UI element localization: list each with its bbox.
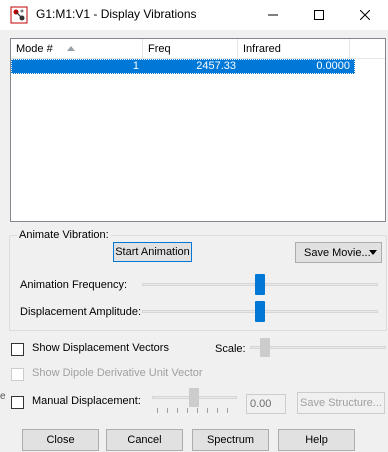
spectrum-button[interactable]: Spectrum: [192, 429, 269, 451]
manual-displacement-input[interactable]: 0.00: [246, 394, 286, 414]
manual-displacement-thumb[interactable]: [189, 388, 199, 407]
maximize-button[interactable]: [296, 0, 342, 30]
displacement-amplitude-thumb[interactable]: [255, 301, 265, 322]
column-header-infrared[interactable]: Infrared: [238, 39, 350, 59]
show-dipole-checkbox[interactable]: [11, 368, 24, 381]
cell-freq: 2457.33: [196, 60, 236, 72]
maximize-icon: [314, 10, 324, 20]
start-animation-button[interactable]: Start Animation: [113, 242, 192, 262]
save-structure-button[interactable]: Save Structure...: [297, 392, 385, 414]
title-bar: G1:M1:V1 - Display Vibrations: [0, 0, 388, 30]
window-edge-fragment: e: [0, 391, 6, 402]
window-title: G1:M1:V1 - Display Vibrations: [36, 7, 197, 21]
show-displacement-vectors-checkbox[interactable]: [11, 343, 24, 356]
show-displacement-vectors-label: Show Displacement Vectors: [32, 342, 169, 354]
table-row[interactable]: 1 2457.33 0.0000: [11, 59, 355, 74]
slider-tick: [207, 408, 208, 413]
scale-label: Scale:: [215, 343, 246, 355]
scale-thumb[interactable]: [260, 338, 270, 357]
cancel-button[interactable]: Cancel: [106, 429, 183, 451]
column-header-mode[interactable]: Mode #: [11, 39, 143, 59]
manual-displacement-checkbox[interactable]: [11, 396, 24, 409]
displacement-amplitude-label: Displacement Amplitude:: [20, 306, 142, 318]
slider-tick: [177, 408, 178, 413]
help-button[interactable]: Help: [278, 429, 355, 451]
slider-tick: [167, 408, 168, 413]
sort-ascending-icon: [67, 46, 75, 51]
animation-frequency-label: Animation Frequency:: [20, 279, 127, 291]
slider-tick: [187, 408, 188, 413]
molecule-app-icon[interactable]: [10, 6, 28, 24]
save-movie-label: Save Movie...: [304, 246, 371, 259]
list-header: Mode # Freq Infrared: [11, 39, 385, 59]
minimize-button[interactable]: [250, 0, 296, 30]
save-movie-button[interactable]: Save Movie...: [295, 242, 382, 263]
cell-mode: 1: [132, 60, 139, 72]
close-button[interactable]: Close: [22, 429, 99, 451]
show-dipole-label: Show Dipole Derivative Unit Vector: [32, 367, 203, 379]
close-window-button[interactable]: [342, 0, 388, 30]
close-icon: [360, 10, 370, 20]
slider-tick: [217, 408, 218, 413]
column-header-freq[interactable]: Freq: [143, 39, 238, 59]
scale-track[interactable]: [250, 346, 386, 349]
cell-infrared: 0.0000: [316, 60, 350, 72]
slider-tick: [157, 408, 158, 413]
minimize-icon: [268, 14, 278, 16]
slider-tick: [197, 408, 198, 413]
dropdown-arrow-icon: [369, 250, 377, 255]
manual-displacement-label: Manual Displacement:: [32, 395, 141, 407]
animation-frequency-thumb[interactable]: [255, 274, 265, 295]
vibrations-list[interactable]: Mode # Freq Infrared 1 2457.33 0.0000: [10, 38, 386, 222]
animate-vibration-label: Animate Vibration:: [17, 229, 111, 241]
slider-tick: [227, 408, 228, 413]
